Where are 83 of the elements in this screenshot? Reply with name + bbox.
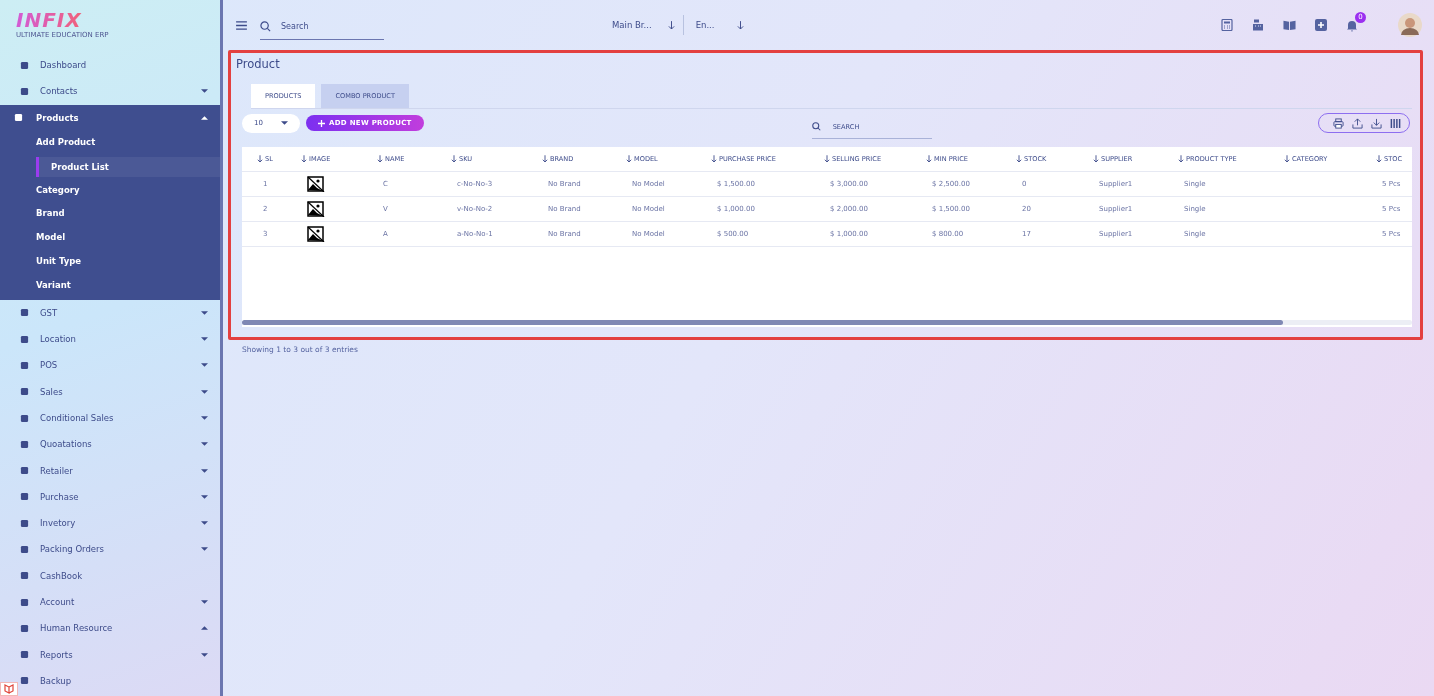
sort-arrow-icon[interactable] [1376,155,1382,163]
calculator-icon[interactable] [1221,19,1233,31]
nav-icon [20,387,29,397]
arrow-down-icon[interactable] [736,20,744,30]
sort-arrow-icon[interactable] [711,155,717,163]
sidebar-item[interactable]: POS [20,352,220,379]
broken-image-icon [307,176,325,192]
sidebar-item[interactable]: Packing Orders [20,536,220,563]
nav-icon [20,334,29,344]
nav-icon [20,466,29,476]
sidebar-subitem[interactable]: Brand [0,202,220,227]
sort-arrow-icon[interactable] [301,155,307,163]
nav-icon [14,113,23,123]
sidebar-item[interactable]: Conditional Sales [20,404,220,432]
cash-register-icon[interactable] [1252,19,1264,31]
plus-icon [318,119,325,127]
bell-icon[interactable] [1346,18,1358,32]
sidebar-subitem[interactable]: Unit Type [0,250,220,274]
sidebar-item[interactable]: Sales [20,378,220,405]
sort-arrow-icon[interactable] [626,155,632,163]
horizontal-scrollbar[interactable] [242,320,1412,325]
nav-icon [20,308,29,318]
arrow-down-icon[interactable] [667,20,675,30]
nav-icon [20,623,29,633]
book-icon[interactable] [1283,19,1296,31]
sidebar-item[interactable]: Quoatations [20,431,220,458]
sort-arrow-icon[interactable] [257,155,263,163]
sort-arrow-icon[interactable] [1284,155,1290,163]
columns-icon[interactable] [1390,117,1401,129]
upload-icon[interactable] [1352,117,1363,129]
page-title: Product [236,57,281,71]
nav-icon [20,518,29,528]
sidebar-item[interactable]: Backup [20,667,220,695]
nav-icon [20,492,29,502]
nav-icon [20,86,29,96]
sort-arrow-icon[interactable] [542,155,548,163]
nav-icon [20,597,29,607]
caret-icon [281,121,288,125]
sidebar-item[interactable]: Contacts [20,78,220,105]
logo-wordmark: INFIX [16,10,82,30]
menu-icon[interactable] [236,20,247,30]
sort-arrow-icon[interactable] [451,155,457,163]
plus-square-icon[interactable] [1315,19,1327,31]
nav-icon [20,439,29,449]
sidebar-subitem[interactable]: Category [0,178,220,203]
nav-icon [20,650,29,660]
sidebar-item[interactable]: Retailer [20,457,220,484]
sidebar-item[interactable]: CashBook [20,562,220,589]
nav-icon [20,60,29,70]
nav-icon [20,360,29,370]
sidebar-item[interactable]: Human Resource [20,615,220,642]
sort-arrow-icon[interactable] [926,155,932,163]
search-field[interactable]: Search [279,21,379,32]
language-select[interactable]: En... [695,20,715,30]
sidebar-subitem[interactable]: Product List [36,156,220,177]
broken-image-icon [307,201,325,217]
sidebar-item[interactable]: Dashboard [20,52,220,79]
sidebar-item[interactable]: Products [14,104,220,131]
search-icon [811,122,821,131]
search-icon [260,21,271,32]
sidebar-item[interactable]: Purchase [20,483,220,511]
avatar[interactable] [1398,13,1422,37]
nav-icon [20,545,29,554]
sidebar-item[interactable]: Reports [20,641,220,668]
sidebar-item[interactable]: Invetory [20,510,220,537]
broken-image-icon [307,226,325,242]
sort-arrow-icon[interactable] [1016,155,1022,163]
sort-arrow-icon[interactable] [1178,155,1184,163]
sidebar-item[interactable]: Account [20,588,220,616]
nav-icon [20,413,29,423]
nav-icon [20,676,29,686]
sort-arrow-icon[interactable] [824,155,830,163]
sidebar-subitem[interactable]: Model [0,226,220,251]
sidebar-item[interactable]: GST [20,299,220,326]
sidebar-subitem[interactable]: Add Product [0,130,220,155]
sort-arrow-icon[interactable] [1093,155,1099,163]
sort-arrow-icon[interactable] [377,155,383,163]
branch-select[interactable]: Main Br... [612,20,652,30]
sidebar-subitem[interactable]: Variant [0,273,220,298]
download-icon[interactable] [1371,117,1382,129]
sidebar-item[interactable]: Location [20,325,220,353]
print-icon[interactable] [1333,117,1344,129]
nav-icon [20,571,29,581]
